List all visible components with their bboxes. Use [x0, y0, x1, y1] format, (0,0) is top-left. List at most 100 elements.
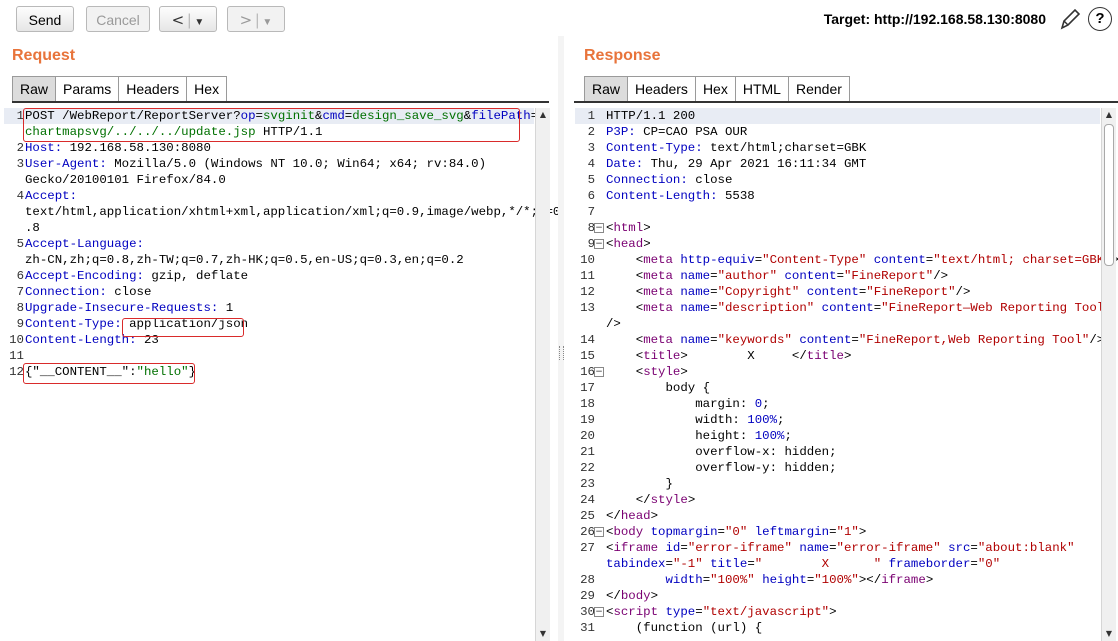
code-line: 23 }	[575, 476, 1100, 492]
code-token: Upgrade-Insecure-Requests:	[25, 301, 219, 315]
code-token: Content-Length:	[606, 189, 718, 203]
tab-hex[interactable]: Hex	[694, 76, 736, 101]
forward-arrow-icon: >	[239, 11, 253, 29]
code-token: >	[925, 573, 934, 587]
code-token: Mozilla/5.0 (Windows NT 10.0; Win64; x64…	[106, 157, 487, 171]
line-number: 20	[580, 429, 595, 443]
code-token: > X </	[680, 349, 807, 363]
code-token: iframe	[881, 573, 926, 587]
fold-toggle-icon[interactable]: −	[594, 239, 604, 249]
code-token: text/html;charset=GBK	[702, 141, 867, 155]
line-number: 5	[16, 237, 24, 251]
code-token: "keywords"	[717, 333, 792, 347]
code-token: margin:	[606, 397, 755, 411]
code-line: 10 Content-Length: 23	[4, 332, 534, 348]
tab-headers[interactable]: Headers	[118, 76, 188, 101]
back-button[interactable]: < | ▼	[159, 6, 217, 32]
code-text: <iframe id="error-iframe" name="error-if…	[606, 540, 1075, 556]
code-token: "author"	[717, 269, 778, 283]
fold-toggle-icon[interactable]: −	[594, 223, 604, 233]
tab-render[interactable]: Render	[787, 76, 850, 101]
code-token: id	[665, 541, 681, 555]
code-line: 16− <style>	[575, 364, 1100, 380]
fold-toggle-icon[interactable]: −	[594, 607, 604, 617]
code-token: (function (url) {	[606, 621, 763, 635]
tab-hex[interactable]: Hex	[186, 76, 228, 101]
code-token: Accept:	[25, 189, 78, 203]
code-text: <head>	[606, 236, 651, 252]
code-token: name	[680, 285, 711, 299]
code-token: =	[710, 269, 718, 283]
forward-button[interactable]: > | ▼	[227, 6, 285, 32]
code-token: =	[829, 541, 837, 555]
code-text: Upgrade-Insecure-Requests: 1	[25, 300, 233, 316]
line-number: 11	[9, 349, 24, 363]
scroll-thumb[interactable]	[1104, 124, 1114, 266]
cancel-button[interactable]: Cancel	[86, 6, 150, 32]
line-number: 21	[580, 445, 595, 459]
code-token: zh-CN,zh;q=0.8,zh-TW;q=0.7,zh-HK;q=0.5,e…	[25, 253, 464, 267]
scroll-up-icon[interactable]: ▲	[536, 108, 550, 122]
scroll-down-icon[interactable]: ▼	[1102, 627, 1116, 641]
tab-headers[interactable]: Headers	[627, 76, 696, 101]
code-line: 8 Upgrade-Insecure-Requests: 1	[4, 300, 534, 316]
send-button[interactable]: Send	[16, 6, 74, 32]
code-token: >	[858, 525, 867, 539]
code-token: meta	[643, 285, 673, 299]
tab-raw[interactable]: Raw	[12, 76, 57, 101]
code-line: 24 </style>	[575, 492, 1100, 508]
code-line: 12 <meta name="Copyright" content="FineR…	[575, 284, 1100, 300]
code-line: .8	[4, 220, 534, 236]
code-line: 6 Content-Length: 5538	[575, 188, 1100, 204]
code-token: >	[687, 493, 696, 507]
code-text: Accept-Language:	[25, 236, 144, 252]
tab-html[interactable]: HTML	[734, 76, 789, 101]
code-line: 31 (function (url) {	[575, 620, 1100, 636]
line-number: 15	[580, 349, 595, 363]
code-token: =	[710, 333, 718, 347]
request-scrollbar[interactable]: ▲ ▼	[535, 108, 550, 641]
code-token: ;	[777, 413, 785, 427]
code-token: "error-iframe"	[836, 541, 941, 555]
code-token: content	[821, 301, 874, 315]
help-icon[interactable]: ?	[1088, 7, 1112, 31]
tab-underline	[574, 101, 1118, 103]
tab-params[interactable]: Params	[55, 76, 120, 101]
code-text: P3P: CP=CAO PSA OUR	[606, 124, 747, 140]
code-text: Accept-Encoding: gzip, deflate	[25, 268, 248, 284]
fold-toggle-icon[interactable]: −	[594, 367, 604, 377]
code-token: name	[799, 541, 830, 555]
scroll-up-icon[interactable]: ▲	[1102, 108, 1116, 122]
line-number: 18	[580, 397, 595, 411]
response-scrollbar[interactable]: ▲ ▼	[1101, 108, 1116, 641]
code-token: Date:	[606, 157, 644, 171]
line-number: 26	[580, 525, 595, 539]
code-text: <meta name="keywords" content="FineRepor…	[606, 332, 1105, 348]
code-token: title	[710, 557, 748, 571]
code-token: 192.168.58.130:8080	[62, 141, 211, 155]
code-token: head	[620, 509, 651, 523]
code-token: "error-iframe"	[687, 541, 792, 555]
code-token: meta	[643, 301, 673, 315]
fold-toggle-icon[interactable]: −	[594, 527, 604, 537]
tab-raw[interactable]: Raw	[584, 76, 629, 101]
line-number: 2	[16, 141, 24, 155]
response-editor[interactable]: 1 HTTP/1.1 200 2 P3P: CP=CAO PSA OUR 3 Conten…	[575, 108, 1118, 641]
edit-pencil-icon[interactable]	[1058, 6, 1082, 32]
divider-grip-icon[interactable]	[559, 346, 564, 360]
code-token: "1"	[836, 525, 859, 539]
line-number: 6	[16, 269, 24, 283]
code-token: content	[873, 253, 926, 267]
line-number: 9	[16, 317, 24, 331]
code-text: height: 100%;	[606, 428, 792, 444]
code-text: Host: 192.168.58.130:8080	[25, 140, 211, 156]
code-text: text/html,application/xhtml+xml,applicat…	[25, 204, 560, 220]
scroll-down-icon[interactable]: ▼	[536, 627, 550, 641]
pane-divider[interactable]	[558, 36, 564, 641]
code-token: 1	[218, 301, 234, 315]
code-token: <	[606, 253, 644, 267]
